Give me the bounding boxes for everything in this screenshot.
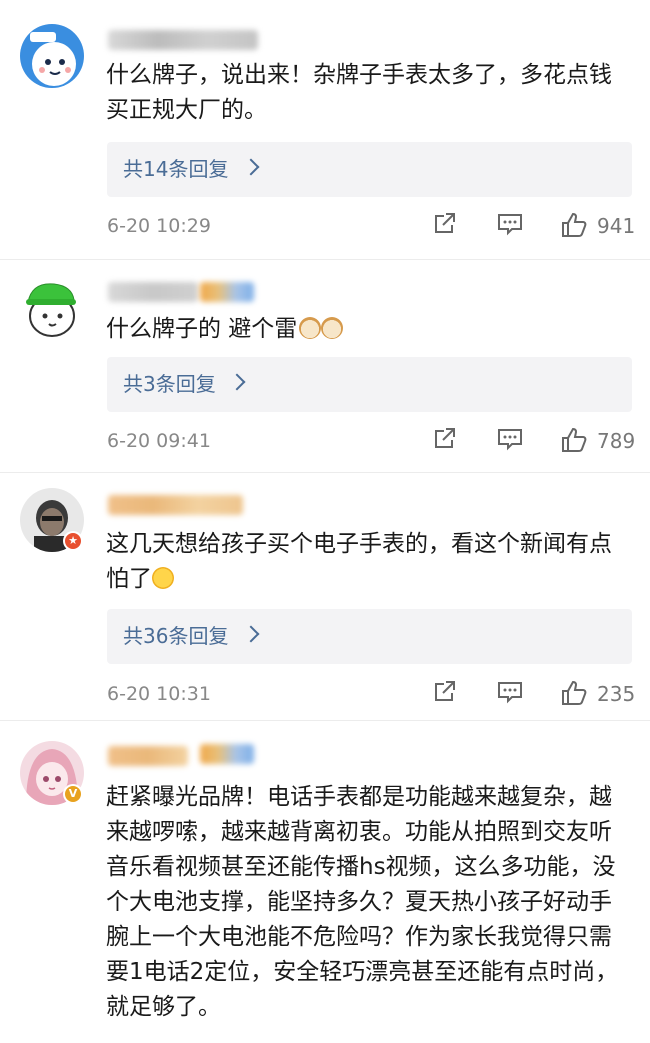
share-icon[interactable] [432, 679, 458, 705]
like-icon[interactable] [560, 679, 588, 707]
replies-count-label: 共3条回复 [123, 372, 216, 396]
cat-emoji-icon [299, 317, 322, 339]
share-icon[interactable] [432, 211, 458, 237]
comment-text-content: 什么牌子的 避个雷 [106, 316, 298, 342]
timestamp: 6-20 09:41 [107, 430, 211, 452]
comment-2: 什么牌子的 避个雷 共3条回复 6-20 09:41 789 [0, 260, 650, 475]
username-blurred[interactable] [108, 282, 198, 302]
replies-count-label: 共14条回复 [123, 157, 229, 181]
comment-text: 赶紧曝光品牌！电话手表都是功能越来越复杂，越来越啰嗦，越来越背离初衷。功能从拍照… [106, 784, 619, 1020]
green-cap-avatar[interactable] [20, 276, 84, 340]
comment-icon[interactable] [496, 426, 524, 452]
comment-meta-row: 6-20 10:31 235 [0, 677, 650, 711]
comment-4: V 赶紧曝光品牌！电话手表都是功能越来越复杂，越来越啰嗦，越来越背离初衷。功能从… [0, 721, 650, 1043]
like-count: 235 [597, 682, 636, 706]
username-blurred[interactable] [108, 495, 243, 515]
chevron-right-icon [242, 625, 260, 643]
laughing-cry-emoji-icon [152, 567, 174, 589]
like-count: 789 [597, 429, 636, 453]
like-icon[interactable] [560, 426, 588, 454]
comment-1: 什么牌子，说出来！杂牌子手表太多了，多花点钱买正规大厂的。 共14条回复 6-2… [0, 0, 650, 255]
comment-icon[interactable] [496, 679, 524, 705]
username-blurred[interactable] [108, 746, 188, 766]
verified-badge-icon: ★ [63, 531, 83, 551]
timestamp: 6-20 10:31 [107, 683, 211, 705]
like-count: 941 [597, 214, 636, 238]
view-replies-button[interactable]: 共36条回复 [107, 609, 632, 664]
chevron-right-icon [242, 158, 260, 176]
share-icon[interactable] [432, 426, 458, 452]
chevron-right-icon [228, 373, 246, 391]
verified-badge-icon: V [63, 784, 83, 804]
replies-count-label: 共36条回复 [123, 624, 229, 648]
comment-text: 这几天想给孩子买个电子手表的，看这个新闻有点怕了 [106, 527, 626, 597]
username-blurred[interactable] [108, 30, 258, 50]
comment-text: 什么牌子的 避个雷 [106, 312, 626, 347]
user-badge-blurred [200, 744, 254, 764]
view-replies-button[interactable]: 共3条回复 [107, 357, 632, 412]
comment-icon[interactable] [496, 211, 524, 237]
user-badge-blurred [200, 282, 254, 302]
comment-text: 什么牌子，说出来！杂牌子手表太多了，多花点钱买正规大厂的。 [106, 62, 612, 123]
cat-emoji-icon [321, 317, 344, 339]
comment-meta-row: 6-20 10:29 941 [0, 209, 650, 243]
timestamp: 6-20 10:29 [107, 215, 211, 237]
like-icon[interactable] [560, 211, 588, 239]
comment-3: ★ 这几天想给孩子买个电子手表的，看这个新闻有点怕了 共36条回复 6-20 1… [0, 473, 650, 723]
view-replies-button[interactable]: 共14条回复 [107, 142, 632, 197]
cartoon-face-avatar[interactable] [20, 24, 84, 88]
comment-meta-row: 6-20 09:41 789 [0, 424, 650, 458]
comment-text-content: 这几天想给孩子买个电子手表的，看这个新闻有点怕了 [106, 531, 612, 592]
